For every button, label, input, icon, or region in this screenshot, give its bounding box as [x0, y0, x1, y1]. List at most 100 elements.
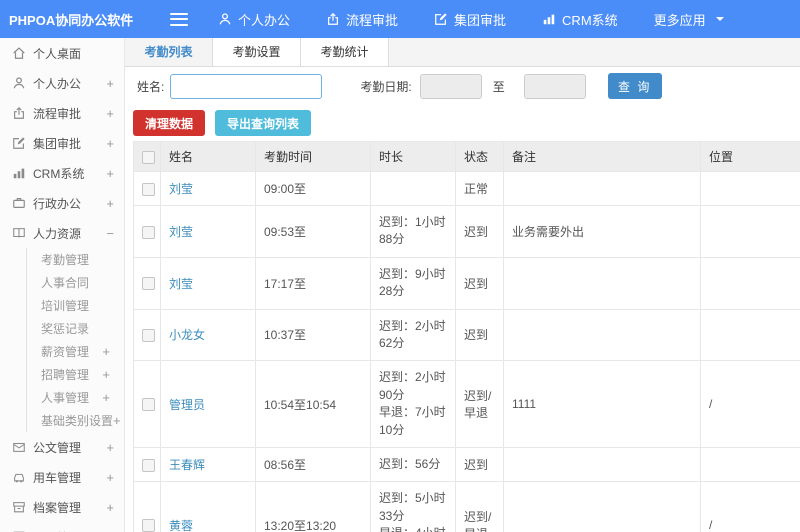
- edit-icon: [434, 12, 448, 26]
- employee-name-link[interactable]: 王春辉: [169, 458, 205, 472]
- table-row: 管理员 10:54至10:54 迟到：2小时90分 早退：7小时10分 迟到/早…: [133, 360, 800, 448]
- sidebar-subitem-personnel-mgmt[interactable]: 人事管理: [27, 386, 124, 409]
- caret-down-icon: [715, 17, 724, 21]
- attendance-table: 姓名 考勤时间 时长 状态 备注 位置 刘莹 09:00至 正常 刘莹 09:5…: [133, 141, 800, 532]
- tab-attendance-stats[interactable]: 考勤统计: [301, 38, 389, 66]
- select-all-checkbox[interactable]: [142, 150, 155, 164]
- note: [503, 481, 701, 532]
- note: [503, 446, 701, 483]
- book-icon: [12, 226, 26, 240]
- duration: 迟到：9小时28分: [370, 256, 456, 310]
- duration: 迟到：2小时90分 早退：7小时10分: [370, 360, 456, 448]
- tab-bar: 考勤列表 考勤设置 考勤统计: [125, 38, 800, 67]
- sidebar-subitem-base-category[interactable]: 基础类别设置: [27, 409, 124, 432]
- sidebar-item-personal-office[interactable]: 个人办公: [0, 68, 124, 98]
- top-menu-group-approval[interactable]: 集团审批: [434, 10, 506, 29]
- duration: 迟到：1小时88分: [370, 205, 456, 258]
- table-row: 刘莹 17:17至 迟到：9小时28分 迟到: [133, 256, 800, 310]
- sidebar-subitem-attendance-mgmt[interactable]: 考勤管理: [27, 248, 124, 271]
- sidebar-subitem-hr-contract[interactable]: 人事合同: [27, 271, 124, 294]
- row-checkbox[interactable]: [142, 277, 155, 291]
- employee-name-link[interactable]: 刘莹: [169, 277, 193, 291]
- table-row: 小龙女 10:37至 迟到：2小时62分 迟到: [133, 308, 800, 362]
- date-to-separator-label: 至: [492, 79, 505, 94]
- action-bar: 清理数据 导出查询列表: [125, 105, 800, 141]
- sidebar: 个人桌面 个人办公 流程审批 集团审批 CRM系统 行政办公: [0, 38, 125, 532]
- expand-plus-icon: [102, 368, 110, 381]
- attendance-time: 17:17至: [255, 256, 371, 310]
- name-filter-input[interactable]: [170, 73, 323, 99]
- tab-attendance-settings[interactable]: 考勤设置: [213, 38, 301, 66]
- employee-name-link[interactable]: 刘莹: [169, 182, 193, 196]
- sidebar-subitem-salary-mgmt[interactable]: 薪资管理: [27, 340, 124, 363]
- row-checkbox[interactable]: [142, 458, 155, 472]
- row-checkbox[interactable]: [142, 398, 155, 412]
- table-row: 刘莹 09:00至 正常: [133, 171, 800, 206]
- sidebar-item-group-approval[interactable]: 集团审批: [0, 128, 124, 158]
- search-button[interactable]: 查 询: [607, 73, 662, 99]
- sidebar-hr-submenu: 考勤管理 人事合同 培训管理 奖惩记录 薪资管理 招聘管理 人事管理 基础类别设…: [26, 248, 124, 432]
- sidebar-subitem-recruit-mgmt[interactable]: 招聘管理: [27, 363, 124, 386]
- archive-icon: [12, 500, 26, 514]
- attendance-time: 10:37至: [255, 308, 371, 362]
- tab-attendance-list[interactable]: 考勤列表: [125, 38, 213, 66]
- location: [700, 256, 800, 310]
- row-checkbox[interactable]: [142, 519, 155, 532]
- export-list-button[interactable]: 导出查询列表: [215, 110, 312, 136]
- expand-plus-icon: [106, 441, 114, 454]
- briefcase-icon: [12, 196, 26, 210]
- date-from-input[interactable]: [419, 73, 482, 99]
- duration: 迟到：5小时33分 早退：4小时67分: [370, 481, 456, 532]
- duration: 迟到：56分: [370, 446, 456, 483]
- row-checkbox[interactable]: [142, 182, 155, 196]
- table-row: 黄蓉 13:20至13:20 迟到：5小时33分 早退：4小时67分 迟到/早退…: [133, 481, 800, 532]
- clean-data-button[interactable]: 清理数据: [133, 110, 206, 136]
- status-label: 迟到: [455, 256, 504, 310]
- date-to-input[interactable]: [523, 73, 586, 99]
- note: [503, 171, 701, 206]
- location: [700, 308, 800, 362]
- status-label: 正常: [455, 171, 504, 206]
- sidebar-item-vehicle-mgmt[interactable]: 用车管理: [0, 462, 124, 492]
- user-icon: [12, 76, 26, 90]
- sidebar-item-admin-office[interactable]: 行政办公: [0, 188, 124, 218]
- share-icon: [12, 106, 26, 120]
- sidebar-item-process-approval[interactable]: 流程审批: [0, 98, 124, 128]
- row-checkbox[interactable]: [142, 329, 155, 343]
- user-icon: [218, 12, 232, 26]
- top-menu-crm[interactable]: CRM系统: [542, 10, 618, 29]
- sidebar-item-project-mgmt[interactable]: 项目管理: [0, 522, 124, 532]
- sidebar-item-hr[interactable]: 人力资源: [0, 218, 124, 248]
- expand-plus-icon: [106, 107, 114, 120]
- employee-name-link[interactable]: 黄蓉: [169, 519, 193, 532]
- expand-plus-icon: [102, 345, 110, 358]
- top-menu-more-apps[interactable]: 更多应用: [654, 10, 724, 29]
- top-menu-process-approval[interactable]: 流程审批: [326, 10, 398, 29]
- location: [700, 446, 800, 483]
- main-content: 考勤列表 考勤设置 考勤统计 姓名: 考勤日期: 至 查 询 清理数据 导出查询…: [125, 38, 800, 532]
- sidebar-subitem-reward-punish[interactable]: 奖惩记录: [27, 317, 124, 340]
- employee-name-link[interactable]: 管理员: [169, 398, 205, 412]
- top-menu-personal-office[interactable]: 个人办公: [218, 10, 290, 29]
- employee-name-link[interactable]: 小龙女: [169, 328, 205, 342]
- table-header-row: 姓名 考勤时间 时长 状态 备注 位置: [133, 141, 800, 172]
- top-menu: 个人办公 流程审批 集团审批 CRM系统 更多应用: [218, 10, 724, 29]
- sidebar-subitem-training-mgmt[interactable]: 培训管理: [27, 294, 124, 317]
- sidebar-item-document-mgmt[interactable]: 公文管理: [0, 432, 124, 462]
- status-label: 迟到: [455, 446, 504, 483]
- attendance-time: 10:54至10:54: [255, 360, 371, 448]
- bar-chart-icon: [542, 12, 556, 26]
- expand-plus-icon: [106, 197, 114, 210]
- sidebar-item-crm[interactable]: CRM系统: [0, 158, 124, 188]
- hamburger-menu-icon[interactable]: [170, 12, 188, 26]
- employee-name-link[interactable]: 刘莹: [169, 225, 193, 239]
- share-icon: [326, 12, 340, 26]
- duration: 迟到：2小时62分: [370, 308, 456, 362]
- sidebar-item-personal-desktop[interactable]: 个人桌面: [0, 38, 124, 68]
- note: 业务需要外出: [503, 205, 701, 258]
- edit-icon: [12, 136, 26, 150]
- expand-plus-icon: [106, 137, 114, 150]
- row-checkbox[interactable]: [142, 225, 155, 239]
- sidebar-item-archive-mgmt[interactable]: 档案管理: [0, 492, 124, 522]
- note: 1111: [503, 360, 701, 448]
